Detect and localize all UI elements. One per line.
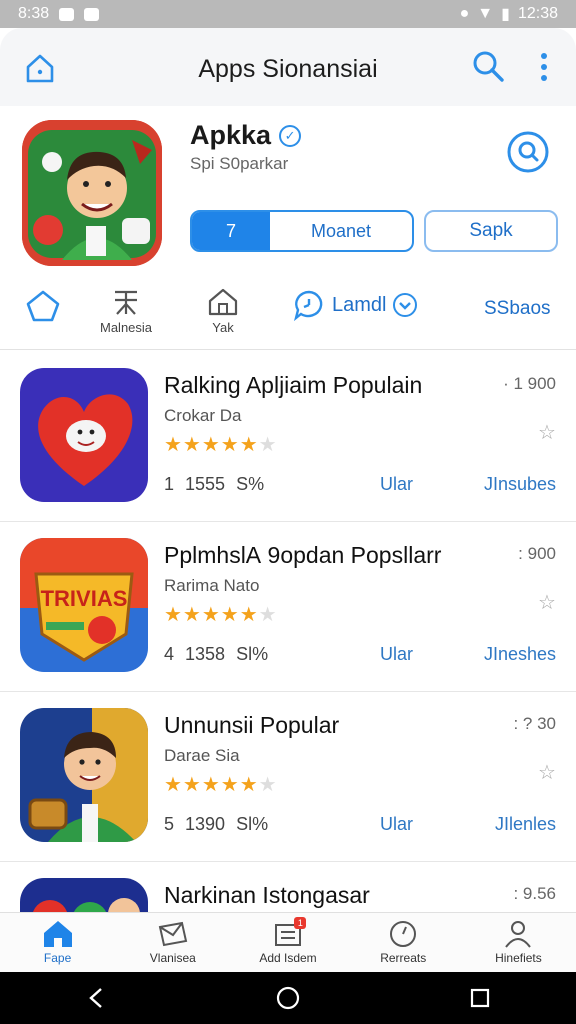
app-action[interactable]: Ular bbox=[380, 474, 413, 495]
app-icon-man bbox=[20, 708, 148, 842]
list-item[interactable]: Ralking Apljiaim Populain Crokar Da ★★★★… bbox=[0, 352, 576, 522]
mail-icon bbox=[158, 921, 187, 947]
rating-stars: ★★★★★★ bbox=[164, 604, 278, 626]
primary-button-icon[interactable]: 7 bbox=[192, 212, 270, 250]
nav-item-rerreats[interactable]: Rerreats bbox=[346, 913, 461, 972]
app-header: Apkka ✓ Spi S0parkar 7 Moanet Sapk bbox=[0, 106, 576, 276]
quicknav-item-yak[interactable]: Yak bbox=[204, 286, 242, 335]
nav-item-vlanisea[interactable]: Vlanisea bbox=[115, 913, 230, 972]
app-link[interactable]: JIneshes bbox=[484, 644, 556, 665]
nav-item-hinefiets[interactable]: Hinefiets bbox=[461, 913, 576, 972]
rating-stars: ★★★★★★ bbox=[164, 434, 278, 456]
app-stats: 1 1555 S% bbox=[164, 474, 265, 494]
clock-icon bbox=[390, 921, 417, 947]
chevron-down-icon bbox=[393, 293, 418, 317]
app-price: : 9.56 bbox=[513, 884, 556, 903]
app-title: Narkinan Istongasar bbox=[164, 882, 370, 908]
favorite-star-icon[interactable]: ☆ bbox=[538, 760, 558, 784]
list-item[interactable]: Narkinan Istongasar : 9.56 bbox=[0, 862, 576, 912]
status-time: 8:38 bbox=[18, 5, 50, 22]
app-title: Unnunsii Popular bbox=[164, 712, 340, 738]
status-bar: 8:38 ● ▼ ▮ 12:38 bbox=[0, 0, 576, 28]
quicknav-item-malnesia[interactable]: Malnesia bbox=[100, 286, 152, 335]
app-name: Apkka ✓ bbox=[190, 120, 302, 151]
rating-stars: ★★★★★★ bbox=[164, 774, 278, 796]
circle-search-icon[interactable] bbox=[506, 130, 550, 174]
person-icon bbox=[505, 921, 532, 948]
list-item[interactable]: TRIVIAS PplmhslА 9opdan Popsllarr Rarima… bbox=[0, 522, 576, 692]
app-title: PplmhslА 9opdan Popsllarr bbox=[164, 542, 442, 568]
app-icon-heart bbox=[20, 368, 148, 502]
svg-text:TRIVIAS: TRIVIAS bbox=[41, 586, 128, 611]
status-time-right: 12:38 bbox=[517, 5, 558, 22]
quicknav-item-favorites[interactable] bbox=[24, 286, 62, 326]
home-icon bbox=[43, 921, 72, 947]
app-stats: 4 1358 Sl% bbox=[164, 644, 269, 664]
lamdl-dropdown[interactable]: Lamdl bbox=[292, 288, 418, 322]
app-developer: Darae Sia bbox=[164, 746, 240, 765]
home-circle-icon[interactable] bbox=[275, 985, 301, 1011]
nav-item-add-isdem[interactable]: 1 Add Isdem bbox=[230, 913, 345, 972]
list-item[interactable]: Unnunsii Popular Darae Sia ★★★★★★ 5 1390… bbox=[0, 692, 576, 862]
star-outline-icon bbox=[26, 290, 60, 322]
install-button-group[interactable]: 7 Moanet bbox=[190, 210, 414, 252]
app-developer: Rarima Nato bbox=[164, 576, 260, 595]
system-navigation-bar bbox=[0, 972, 576, 1024]
app-subtitle: Spi S0parkar bbox=[190, 154, 289, 173]
favorite-star-icon[interactable]: ☆ bbox=[538, 590, 558, 614]
app-icon-trivias: TRIVIAS bbox=[20, 538, 148, 672]
app-icon-partial bbox=[20, 878, 148, 912]
app-action[interactable]: Ular bbox=[380, 814, 413, 835]
building-icon bbox=[115, 290, 138, 315]
app-stats: 5 1390 Sl% bbox=[164, 814, 269, 834]
signal-icon: ▮ bbox=[501, 6, 510, 23]
app-price: : 900 bbox=[518, 544, 556, 563]
bottom-navigation: Fape Vlanisea 1 Add Isdem Rerreats Hinef… bbox=[0, 912, 576, 972]
recents-icon[interactable] bbox=[467, 985, 493, 1011]
wifi-icon: ▼ bbox=[477, 5, 494, 22]
app-title: Ralking Apljiaim Populain bbox=[164, 372, 423, 398]
notification-badge: 1 bbox=[294, 917, 307, 929]
location-icon: ● bbox=[459, 5, 470, 22]
quicknav-right-link[interactable]: SSbaos bbox=[484, 298, 551, 320]
chat-bubble-icon bbox=[293, 290, 323, 322]
app-developer: Crokar Da bbox=[164, 406, 242, 425]
primary-button[interactable]: Moanet bbox=[270, 212, 412, 250]
app-action[interactable]: Ular bbox=[380, 644, 413, 665]
search-icon[interactable] bbox=[470, 48, 506, 84]
app-link[interactable]: JIlenles bbox=[495, 814, 556, 835]
message-notification-icon bbox=[84, 7, 100, 21]
more-options-icon[interactable] bbox=[532, 50, 556, 84]
nav-item-home[interactable]: Fape bbox=[0, 913, 115, 972]
gallery-notification-icon bbox=[59, 7, 75, 21]
app-price: · 1 900 bbox=[503, 374, 556, 393]
secondary-button[interactable]: Sapk bbox=[424, 210, 558, 252]
app-hero-icon bbox=[22, 120, 162, 266]
quick-nav: Malnesia Yak Lamdl SSbaos bbox=[0, 280, 576, 350]
back-icon[interactable] bbox=[83, 985, 109, 1011]
house-icon bbox=[208, 288, 238, 316]
app-link[interactable]: JInsubes bbox=[484, 474, 556, 495]
top-app-bar: Apps Sionansiai bbox=[0, 28, 576, 106]
verified-icon: ✓ bbox=[279, 124, 302, 147]
app-price: : ? 30 bbox=[513, 714, 556, 733]
favorite-star-icon[interactable]: ☆ bbox=[538, 420, 558, 444]
